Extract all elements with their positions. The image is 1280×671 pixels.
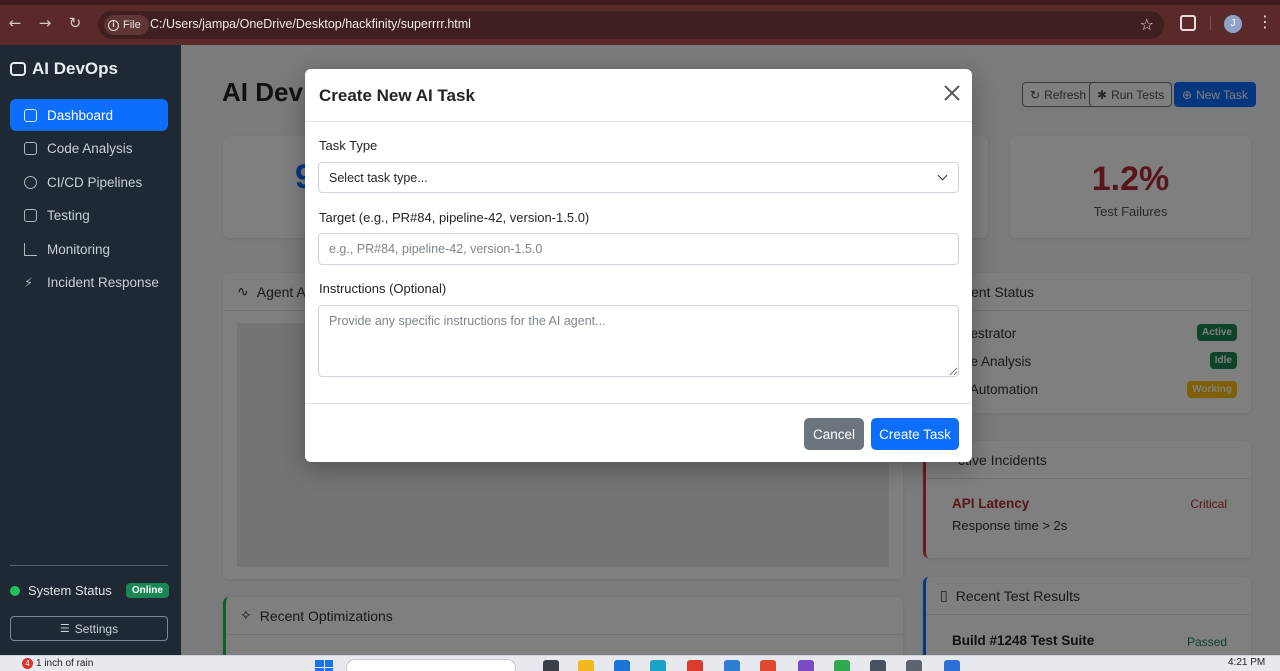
weather-text: 1 inch of rain [36, 658, 94, 669]
sidebar-item-label: Testing [47, 208, 90, 223]
chrome-icon[interactable] [760, 660, 776, 671]
vscode-icon[interactable] [944, 660, 960, 671]
code-icon [24, 142, 37, 155]
address-bar[interactable]: i File C:/Users/jampa/OneDrive/Desktop/h… [98, 11, 1164, 39]
sidebar-nav: Dashboard Code Analysis CI/CD Pipelines … [10, 99, 168, 300]
task-type-select[interactable]: Select task type... [318, 162, 959, 193]
settings-label: Settings [74, 621, 119, 636]
notepad-icon[interactable] [870, 660, 886, 671]
file-explorer-icon[interactable] [578, 660, 594, 671]
bug-icon [24, 209, 37, 222]
sidebar-item-monitoring[interactable]: Monitoring [10, 233, 168, 265]
system-status-label: System Status [28, 583, 112, 598]
create-task-modal: Create New AI Task Task Type Select task… [305, 69, 972, 462]
modal-header: Create New AI Task [305, 69, 972, 122]
chevron-down-icon [937, 170, 948, 181]
browser-chrome: ← → ↻ i File C:/Users/jampa/OneDrive/Des… [0, 0, 1280, 45]
system-status: System Status Online [10, 583, 169, 598]
sidebar-item-testing[interactable]: Testing [10, 200, 168, 232]
store-icon[interactable] [650, 660, 666, 671]
instructions-label: Instructions (Optional) [319, 281, 447, 296]
more-menu-icon[interactable]: ⋮ [1257, 13, 1273, 31]
modal-title: Create New AI Task [319, 86, 475, 105]
weather-badge: 4 [22, 658, 33, 669]
os-taskbar: 4 1 inch of rain 4:21 PM [0, 655, 1280, 671]
task-type-value: Select task type... [329, 170, 428, 185]
sidebar-item-label: CI/CD Pipelines [47, 174, 143, 190]
instructions-textarea[interactable] [318, 305, 959, 377]
modal-footer: Cancel Create Task [305, 403, 972, 462]
target-label: Target (e.g., PR#84, pipeline-42, versio… [319, 210, 590, 225]
forward-icon[interactable]: → [36, 14, 54, 32]
gear-icon [24, 175, 37, 189]
sidebar-item-label: Code Analysis [47, 141, 133, 156]
lightning-icon: ⚡ [24, 275, 34, 290]
visual-studio-icon[interactable] [798, 660, 814, 671]
target-input[interactable] [318, 233, 959, 265]
sidebar-divider [10, 565, 168, 566]
bookmark-star-icon[interactable]: ☆ [1140, 15, 1154, 34]
task-view-icon[interactable] [543, 660, 559, 671]
clock-time[interactable]: 4:21 PM [1228, 657, 1265, 668]
sidebar-item-label: Incident Response [47, 275, 159, 290]
sidebar-item-incident-response[interactable]: ⚡ Incident Response [10, 267, 168, 299]
sidebar: AI DevOps Dashboard Code Analysis CI/CD … [0, 45, 181, 655]
edge-icon[interactable] [614, 660, 630, 671]
weather-widget[interactable]: 4 1 inch of rain [22, 658, 93, 669]
site-info-chip[interactable]: i File [104, 15, 149, 35]
info-icon: i [108, 19, 119, 31]
windows-start-icon[interactable] [315, 660, 333, 671]
task-type-label: Task Type [319, 138, 378, 153]
sidebar-item-label: Dashboard [47, 107, 114, 123]
whatsapp-icon[interactable] [834, 660, 850, 671]
url-text[interactable]: C:/Users/jampa/OneDrive/Desktop/hackfini… [150, 17, 471, 31]
calendar-icon[interactable] [724, 660, 740, 671]
status-badge: Online [125, 583, 169, 598]
settings-button[interactable]: ☰ Settings [10, 616, 168, 641]
sidebar-item-label: Monitoring [47, 241, 111, 257]
create-task-button[interactable]: Create Task [871, 418, 959, 450]
app-icon[interactable] [906, 660, 922, 671]
brand: AI DevOps [10, 59, 118, 79]
brand-label: AI DevOps [32, 59, 118, 78]
extensions-icon[interactable] [1180, 15, 1196, 31]
file-chip-label: File [123, 19, 141, 31]
sidebar-item-code-analysis[interactable]: Code Analysis [10, 133, 168, 165]
back-icon[interactable]: ← [6, 14, 24, 32]
robot-icon [10, 62, 26, 76]
close-icon[interactable] [943, 84, 961, 102]
status-dot-icon [10, 585, 20, 596]
toolbar-divider [1210, 16, 1211, 30]
reload-icon[interactable]: ↻ [66, 14, 84, 32]
tab-strip [0, 0, 1280, 5]
sliders-icon: ☰ [59, 622, 70, 635]
mail-icon[interactable] [687, 660, 703, 671]
profile-avatar[interactable]: J [1224, 15, 1242, 33]
taskbar-search[interactable] [346, 659, 516, 671]
speedometer-icon [24, 108, 37, 122]
sidebar-item-cicd-pipelines[interactable]: CI/CD Pipelines [10, 166, 168, 198]
sidebar-item-dashboard[interactable]: Dashboard [10, 99, 168, 131]
cancel-button[interactable]: Cancel [804, 418, 864, 450]
chart-line-icon [24, 242, 37, 256]
